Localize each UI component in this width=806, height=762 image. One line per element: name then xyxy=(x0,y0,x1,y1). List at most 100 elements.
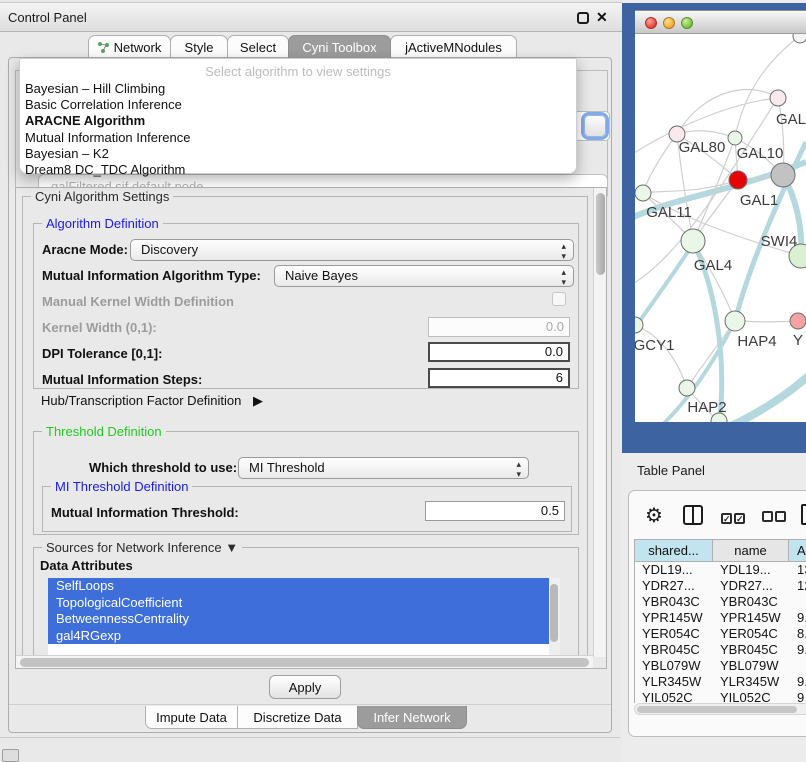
attribute-list-item[interactable]: gal4RGexp xyxy=(48,628,549,645)
network-canvas[interactable]: GALGAL80GAL10GAL1GAL11GAL4SWI4YHAP4GCY1H… xyxy=(635,34,806,422)
table-horizontal-scrollbar[interactable] xyxy=(634,703,806,715)
tab-cyni-toolbox[interactable]: Cyni Toolbox xyxy=(288,35,391,58)
node-HAP4[interactable] xyxy=(725,311,745,331)
table-row[interactable]: YBL079WYBL079W xyxy=(635,658,806,674)
node-label: GAL xyxy=(776,111,806,128)
scrollbar-thumb[interactable] xyxy=(20,658,589,667)
cyni-toolbox-panel: galFiltered.sif default node Select algo… xyxy=(8,57,612,733)
table-row[interactable]: YER054CYER054C8. xyxy=(635,626,806,642)
node-HAP2[interactable] xyxy=(679,380,695,396)
node-gal-top[interactable] xyxy=(770,90,786,106)
settings-vertical-scrollbar[interactable] xyxy=(593,188,606,657)
deselect-all-checkboxes-icon[interactable] xyxy=(762,509,788,527)
table-cell: 9. xyxy=(789,674,806,690)
network-window-titlebar[interactable] xyxy=(635,10,806,34)
node-GAL1[interactable] xyxy=(729,171,747,189)
network-edge[interactable] xyxy=(735,142,806,321)
node-label: GAL10 xyxy=(737,145,784,162)
tab-style[interactable]: Style xyxy=(170,35,228,58)
table-row[interactable]: YDR27...YDR27...12 xyxy=(635,578,806,594)
network-edge[interactable] xyxy=(687,321,735,388)
apply-button[interactable]: Apply xyxy=(269,675,341,699)
network-window-frame: GALGAL80GAL10GAL1GAL11GAL4SWI4YHAP4GCY1H… xyxy=(622,3,806,453)
algorithm-option[interactable]: Dream8 DC_TDC Algorithm xyxy=(25,162,576,178)
close-icon[interactable]: ✕ xyxy=(596,9,608,26)
table-cell xyxy=(789,594,806,610)
control-panel-tab-bar: Network Style Select Cyni Toolbox jActiv… xyxy=(88,35,516,58)
algorithm-option[interactable]: Basic Correlation Inference xyxy=(25,97,576,113)
table-settings-gear-icon[interactable]: ⚙ xyxy=(645,503,663,528)
table-row[interactable]: YBR045CYBR045C9. xyxy=(635,642,806,658)
aracne-mode-select[interactable]: Discovery ▴▾ xyxy=(130,239,574,261)
node-GAL10[interactable] xyxy=(728,131,742,145)
node-partial-top[interactable] xyxy=(793,34,806,43)
close-traffic-light[interactable] xyxy=(645,17,657,29)
table-row[interactable]: YLR345WYLR345W9. xyxy=(635,674,806,690)
mi-steps-input[interactable]: 6 xyxy=(428,368,570,388)
algorithm-option[interactable]: Bayesian – Hill Climbing xyxy=(25,81,576,97)
network-edge[interactable] xyxy=(731,372,806,422)
algorithm-option[interactable]: ARACNE Algorithm xyxy=(25,113,576,129)
scrollbar-thumb[interactable] xyxy=(550,584,558,642)
network-edge[interactable] xyxy=(677,131,735,138)
tab-select[interactable]: Select xyxy=(227,35,289,58)
column-header-shared-name[interactable]: shared... xyxy=(635,540,713,562)
mi-threshold-label: Mutual Information Threshold: xyxy=(51,505,239,520)
column-header-name[interactable]: name xyxy=(713,540,789,562)
restore-panel-icon[interactable] xyxy=(2,749,19,762)
network-edge[interactable] xyxy=(643,134,677,193)
tab-label: Cyni Toolbox xyxy=(302,40,376,55)
column-header-third[interactable]: A xyxy=(789,540,806,562)
network-graph: GALGAL80GAL10GAL1GAL11GAL4SWI4YHAP4GCY1H… xyxy=(635,34,806,422)
group-title: MI Threshold Definition xyxy=(51,479,192,494)
table-cell: 9. xyxy=(789,642,806,658)
tab-infer-network[interactable]: Infer Network xyxy=(357,706,467,729)
list-scrollbar[interactable] xyxy=(549,578,560,664)
tab-label: jActiveMNodules xyxy=(405,40,502,55)
table-row[interactable]: YIL052CYIL052C9 xyxy=(635,690,806,703)
kernel-width-input[interactable]: 0.0 xyxy=(428,317,570,337)
network-edge[interactable] xyxy=(677,90,778,134)
mi-type-select[interactable]: Naive Bayes ▴▾ xyxy=(274,265,574,287)
select-all-checkboxes-icon[interactable]: ✓✓ xyxy=(721,509,747,527)
new-table-icon[interactable] xyxy=(801,504,806,525)
tab-discretize-data[interactable]: Discretize Data xyxy=(237,706,358,729)
attribute-list-item[interactable]: SelfLoops xyxy=(48,578,549,595)
node-GAL11[interactable] xyxy=(635,185,651,201)
network-icon xyxy=(98,42,109,53)
node-GAL4[interactable] xyxy=(681,229,705,253)
dpi-tolerance-input[interactable]: 0.0 xyxy=(428,342,570,362)
minimize-traffic-light[interactable] xyxy=(663,17,675,29)
control-panel-window: Control Panel ✕ Network Style Select Cyn… xyxy=(0,0,622,762)
combo-arrow-button[interactable] xyxy=(584,115,606,137)
zoom-traffic-light[interactable] xyxy=(681,17,693,29)
tab-network[interactable]: Network xyxy=(88,35,171,58)
attribute-list-item[interactable]: BetweennessCentrality xyxy=(48,611,549,628)
table-row[interactable]: YBR043CYBR043C xyxy=(635,594,806,610)
mi-threshold-definition-group: MI Threshold Definition Mutual Informati… xyxy=(42,486,572,532)
attribute-list-item[interactable]: TopologicalCoefficient xyxy=(48,595,549,612)
node-salmon[interactable] xyxy=(790,313,806,329)
algorithm-option[interactable]: Mutual Information Inference xyxy=(25,130,576,146)
split-column-view-icon[interactable] xyxy=(683,505,703,525)
tab-impute-data[interactable]: Impute Data xyxy=(145,706,238,729)
table-body: YDL19...YDL19...13YDR27...YDR27...12YBR0… xyxy=(635,562,806,703)
mi-threshold-input[interactable]: 0.5 xyxy=(425,501,565,521)
group-title: Cyni Algorithm Settings xyxy=(31,189,173,204)
float-window-icon[interactable] xyxy=(577,12,589,24)
table-row[interactable]: YPR145WYPR145W9. xyxy=(635,610,806,626)
settings-horizontal-scrollbar[interactable] xyxy=(16,655,593,668)
table-row[interactable]: YDL19...YDL19...13 xyxy=(635,562,806,578)
table-cell: YBR043C xyxy=(635,594,713,610)
manual-kernel-checkbox[interactable] xyxy=(552,292,566,306)
tab-jactivemnodules[interactable]: jActiveMNodules xyxy=(390,35,517,58)
algorithm-option[interactable]: Bayesian – K2 xyxy=(25,146,576,162)
scrollbar-thumb[interactable] xyxy=(596,193,605,275)
hub-definition-expander[interactable]: Hub/Transcription Factor Definition ▶ xyxy=(41,393,263,409)
settings-scroll-viewport: Cyni Algorithm Settings Algorithm Defini… xyxy=(15,187,607,669)
node-label: GAL11 xyxy=(646,204,692,221)
node-gray[interactable] xyxy=(771,163,795,187)
scrollbar-thumb[interactable] xyxy=(637,706,797,713)
which-threshold-select[interactable]: MI Threshold ▴▾ xyxy=(238,457,529,479)
network-edge[interactable] xyxy=(635,325,687,388)
